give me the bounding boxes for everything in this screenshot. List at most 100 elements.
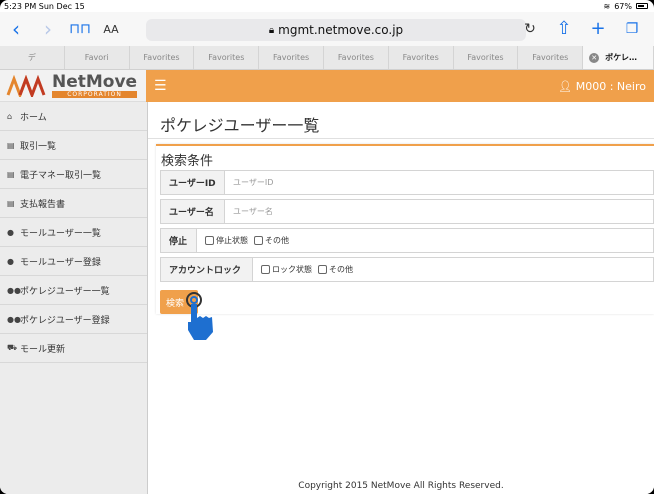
- user-name: M000 : Neiro: [575, 79, 646, 93]
- user-menu[interactable]: 👤︎ M000 : Neiro: [558, 80, 646, 93]
- tap-hand-icon: [186, 292, 213, 340]
- favorite-tab[interactable]: デ: [0, 46, 65, 69]
- stopped-checkbox[interactable]: 停止状態: [205, 235, 248, 246]
- user-id-row: ユーザーID ユーザーID: [160, 170, 654, 195]
- sidebar-item-label: ホーム: [20, 112, 47, 123]
- sidebar-item-home[interactable]: ⌂ ホーム: [0, 102, 147, 131]
- user-icon: 👤︎: [558, 79, 573, 93]
- sidebar-item-label: モールユーザー登録: [20, 257, 101, 268]
- status-bar: 5:23 PM Sun Dec 15 ≋ 67%: [0, 0, 654, 12]
- checkbox-icon: [318, 265, 327, 274]
- brand-logo[interactable]: NetMove CORPORATION: [0, 70, 146, 102]
- netmove-logo-icon: [6, 74, 46, 97]
- sidebar-item-payment-report[interactable]: ▤ 支払報告書: [0, 189, 147, 218]
- battery-percent: 67%: [614, 1, 632, 11]
- favorite-tab[interactable]: Favorites: [259, 46, 324, 69]
- page-title: ポケレジユーザー一覧: [160, 116, 320, 135]
- back-icon[interactable]: ‹: [0, 12, 32, 46]
- user-icon: ●: [7, 256, 14, 266]
- search-panel: 検索条件 ユーザーID ユーザーID ユーザー名 ユーザー名 停止 停止状態 そ…: [156, 144, 654, 340]
- active-tab-label: ポケレ…: [605, 53, 638, 62]
- user-name-row: ユーザー名 ユーザー名: [160, 199, 654, 224]
- sidebar-item-label: モールユーザー一覧: [20, 228, 101, 239]
- reader-button[interactable]: AA: [96, 23, 126, 36]
- lock-options: ロック状態 その他: [253, 258, 353, 281]
- document-icon: ▤: [7, 169, 15, 179]
- stop-row: 停止 停止状態 その他: [160, 228, 654, 253]
- checkbox-icon: [261, 265, 270, 274]
- user-name-input[interactable]: ユーザー名: [225, 200, 273, 223]
- favorite-tab[interactable]: Favorites: [454, 46, 519, 69]
- sidebar-item-label: ポケレジユーザー一覧: [20, 286, 110, 297]
- lock-other-checkbox[interactable]: その他: [318, 264, 353, 275]
- sidebar-item-pocketregi-users[interactable]: ●● ポケレジユーザー一覧: [0, 276, 147, 305]
- tabs-icon[interactable]: ❐: [620, 12, 644, 46]
- web-app: NetMove CORPORATION ☰ 👤︎ M000 : Neiro ⌂ …: [0, 70, 654, 494]
- status-date: Sun Dec 15: [38, 1, 85, 11]
- title-divider: [148, 138, 654, 139]
- lock-row: アカウントロック ロック状態 その他: [160, 257, 654, 282]
- checkbox-label: 停止状態: [216, 236, 248, 245]
- favorite-tab[interactable]: Favorites: [324, 46, 389, 69]
- document-icon: ▤: [7, 198, 15, 208]
- toolbar-right: ↻ ⇧ + ❐: [518, 12, 654, 46]
- cart-icon: ⛟: [7, 343, 18, 352]
- status-time: 5:23 PM: [4, 1, 37, 11]
- sidebar-item-pocketregi-register[interactable]: ●● ポケレジユーザー登録: [0, 305, 147, 334]
- sidebar-item-label: ポケレジユーザー登録: [20, 315, 110, 326]
- share-icon[interactable]: ⇧: [552, 12, 576, 46]
- favorite-tab[interactable]: Favorites: [194, 46, 260, 69]
- home-icon: ⌂: [7, 111, 13, 121]
- brand-sub: CORPORATION: [52, 90, 138, 98]
- stop-options: 停止状態 その他: [197, 229, 289, 252]
- wifi-icon: ≋: [603, 1, 611, 11]
- new-tab-icon[interactable]: +: [586, 12, 610, 46]
- stop-other-checkbox[interactable]: その他: [254, 235, 289, 246]
- footer-copyright: Copyright 2015 NetMove All Rights Reserv…: [298, 481, 504, 491]
- sidebar-item-mall-user-register[interactable]: ● モールユーザー登録: [0, 247, 147, 276]
- battery-icon: [636, 3, 648, 9]
- search-button-label: 検索: [166, 298, 185, 309]
- sidebar-item-label: 支払報告書: [20, 199, 66, 210]
- favorite-tab[interactable]: Favorites: [130, 46, 195, 69]
- sidebar-item-label: 電子マネー取引一覧: [20, 170, 102, 181]
- lock-label: アカウントロック: [161, 258, 253, 281]
- address-bar[interactable]: 🔒︎ mgmt.netmove.co.jp: [146, 19, 526, 41]
- top-navbar: ☰ 👤︎ M000 : Neiro: [146, 70, 654, 102]
- users-icon: ●●: [7, 285, 21, 295]
- active-tab[interactable]: ✕ ポケレ…: [583, 46, 654, 69]
- bookmarks-icon[interactable]: ⊓⊓: [64, 12, 96, 46]
- favorite-tab[interactable]: Favorites: [389, 46, 454, 69]
- stop-label: 停止: [161, 229, 197, 252]
- sidebar-item-label: 取引一覧: [20, 141, 57, 152]
- tab-bar: デ Favori Favorites Favorites Favorites F…: [0, 46, 654, 70]
- favorite-tab[interactable]: Favori: [65, 46, 130, 69]
- user-name-label: ユーザー名: [161, 200, 225, 223]
- checkbox-icon: [205, 236, 214, 245]
- user-id-input[interactable]: ユーザーID: [225, 171, 273, 194]
- sidebar-item-emoney-transactions[interactable]: ▤ 電子マネー取引一覧: [0, 160, 147, 189]
- checkbox-label: ロック状態: [272, 265, 312, 274]
- locked-checkbox[interactable]: ロック状態: [261, 264, 312, 275]
- user-id-label: ユーザーID: [161, 171, 225, 194]
- sidebar-item-label: モール更新: [20, 344, 66, 355]
- address-url: mgmt.netmove.co.jp: [278, 23, 404, 37]
- favorite-tab[interactable]: Favorites: [518, 46, 584, 69]
- document-icon: ▤: [7, 140, 15, 150]
- main-content: ポケレジユーザー一覧 検索条件 ユーザーID ユーザーID ユーザー名 ユーザー…: [148, 102, 654, 494]
- sidebar-item-transactions[interactable]: ▤ 取引一覧: [0, 131, 147, 160]
- tablet-screen: 5:23 PM Sun Dec 15 ≋ 67% ‹ › ⊓⊓ AA 🔒︎ mg…: [0, 0, 654, 494]
- reload-icon[interactable]: ↻: [518, 12, 542, 46]
- sidebar-item-mall-update[interactable]: ⛟ モール更新: [0, 334, 147, 363]
- sidebar: ⌂ ホーム ▤ 取引一覧 ▤ 電子マネー取引一覧 ▤ 支払報告書 ● モールユー…: [0, 102, 148, 494]
- menu-icon[interactable]: ☰: [154, 78, 167, 94]
- sidebar-item-mall-users[interactable]: ● モールユーザー一覧: [0, 218, 147, 247]
- brand-name: NetMove: [52, 71, 138, 92]
- lock-icon: 🔒︎: [268, 24, 275, 36]
- users-icon: ●●: [7, 314, 21, 324]
- close-tab-icon[interactable]: ✕: [589, 52, 600, 63]
- forward-icon[interactable]: ›: [32, 12, 64, 46]
- panel-title: 検索条件: [161, 154, 214, 169]
- user-icon: ●: [7, 227, 14, 237]
- checkbox-label: その他: [329, 265, 353, 274]
